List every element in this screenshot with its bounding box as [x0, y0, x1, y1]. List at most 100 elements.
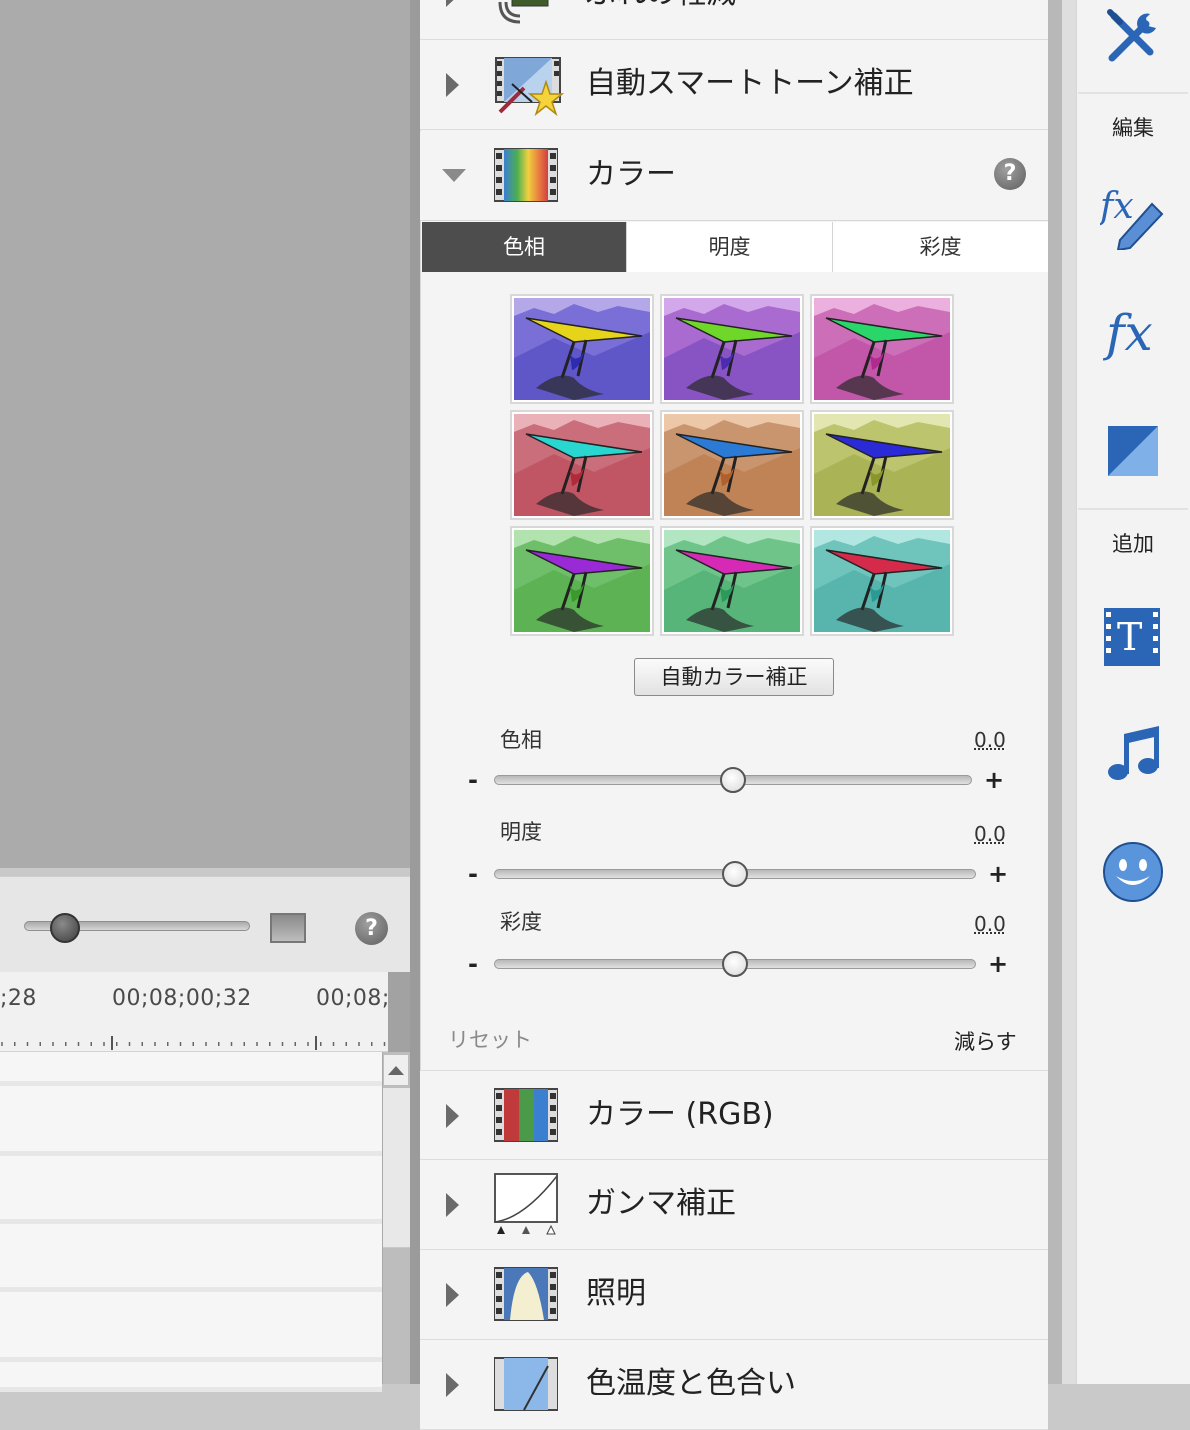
transport-bar: ? — [0, 876, 410, 972]
svg-text:T: T — [1117, 615, 1142, 659]
slider-minus[interactable]: - — [468, 766, 478, 794]
tools-icon[interactable] — [1100, 4, 1166, 70]
temperature-icon — [493, 1352, 559, 1416]
collapse-arrow-icon[interactable] — [442, 169, 466, 182]
effect-row-color-rgb[interactable]: カラー (RGB) — [420, 1070, 1048, 1160]
monitor-icon[interactable] — [270, 913, 306, 943]
hue-preset-grid — [510, 294, 956, 638]
zoom-slider-thumb[interactable] — [50, 913, 80, 943]
video-preview — [0, 0, 410, 868]
smart-tone-icon — [494, 52, 565, 117]
help-icon[interactable]: ? — [355, 912, 388, 945]
effect-label: ぶれの軽減 — [586, 0, 736, 40]
stabilize-icon — [494, 0, 558, 26]
track-row[interactable] — [0, 1156, 382, 1224]
timecode-1: ;28 — [0, 986, 37, 1011]
timecode-2: 00;08;00;32 — [112, 986, 252, 1011]
expand-arrow-icon[interactable] — [446, 1193, 459, 1217]
reduce-link[interactable]: 減らす — [954, 1026, 1017, 1056]
hue-preset-thumbnail[interactable] — [510, 526, 654, 636]
slider-value[interactable]: 0.0 — [974, 728, 1006, 752]
expand-arrow-icon[interactable] — [446, 1283, 459, 1307]
panel-scrollbar[interactable] — [1048, 0, 1062, 1384]
auto-color-button[interactable]: 自動カラー補正 — [634, 658, 834, 696]
slider-minus[interactable]: - — [468, 860, 478, 888]
tab-saturation[interactable]: 彩度 — [833, 222, 1048, 272]
timeline-scrollbar[interactable] — [382, 1052, 410, 1384]
slider-value[interactable]: 0.0 — [974, 912, 1006, 936]
effect-row-temperature[interactable]: 色温度と色合い — [420, 1340, 1048, 1430]
hue-preset-thumbnail[interactable] — [660, 526, 804, 636]
svg-text:fx: fx — [1100, 186, 1134, 227]
hang-glider-image — [814, 530, 950, 632]
hue-preset-thumbnail[interactable] — [660, 410, 804, 520]
smiley-icon[interactable] — [1100, 838, 1166, 904]
tab-hue[interactable]: 色相 — [422, 222, 627, 272]
slider-hue: 色相 0.0 - + — [420, 722, 1048, 802]
effect-row-gamma[interactable]: ガンマ補正 — [420, 1160, 1048, 1250]
slider-minus[interactable]: - — [468, 950, 478, 978]
title-icon[interactable]: T — [1100, 604, 1166, 670]
slider-thumb[interactable] — [720, 767, 746, 793]
track-row[interactable] — [0, 1292, 382, 1362]
lighting-icon — [493, 1262, 559, 1326]
panel-divider[interactable] — [410, 0, 420, 1384]
hang-glider-image — [514, 298, 650, 400]
expand-arrow-icon[interactable] — [446, 73, 459, 97]
scrollbar-thumb[interactable] — [383, 1088, 410, 1248]
hang-glider-image — [814, 298, 950, 400]
slider-thumb[interactable] — [722, 951, 748, 977]
hang-glider-image — [514, 414, 650, 516]
slider-label: 彩度 — [500, 910, 542, 934]
slider-label: 明度 — [500, 820, 542, 844]
expand-arrow-icon[interactable] — [446, 1104, 459, 1128]
color-tabs: 色相 明度 彩度 — [422, 222, 1048, 272]
hue-preset-thumbnail[interactable] — [660, 294, 804, 404]
effect-label: 自動スマートトーン補正 — [586, 66, 914, 101]
effect-edit-icon[interactable]: fx — [1097, 180, 1166, 252]
panel-gutter — [1062, 0, 1076, 1384]
effect-row-smart-tone[interactable]: 自動スマートトーン補正 — [420, 40, 1048, 130]
effects-icon[interactable]: fx — [1100, 300, 1166, 366]
track-row[interactable] — [0, 1052, 382, 1086]
slider-plus[interactable]: + — [988, 950, 1008, 978]
track-row[interactable] — [0, 1362, 382, 1392]
music-icon[interactable] — [1100, 720, 1166, 786]
track-row[interactable] — [0, 1086, 382, 1156]
hue-preset-thumbnail[interactable] — [810, 410, 954, 520]
slider-thumb[interactable] — [722, 861, 748, 887]
expand-arrow-icon[interactable] — [446, 1373, 459, 1397]
expand-arrow-icon[interactable] — [446, 0, 459, 7]
scroll-up-button[interactable] — [383, 1054, 409, 1086]
slider-plus[interactable]: + — [988, 860, 1008, 888]
hue-preset-thumbnail[interactable] — [510, 410, 654, 520]
transitions-icon[interactable] — [1100, 420, 1166, 486]
help-icon[interactable]: ? — [994, 158, 1026, 190]
svg-text:fx: fx — [1102, 304, 1153, 362]
effect-row-stabilize[interactable]: ぶれの軽減 — [420, 0, 1048, 40]
hang-glider-image — [514, 530, 650, 632]
track-row[interactable] — [0, 1224, 382, 1292]
time-ruler[interactable] — [0, 972, 388, 1052]
effect-row-color[interactable]: カラー ? — [420, 131, 1048, 221]
reset-link[interactable]: リセット — [448, 1024, 532, 1054]
gamma-icon — [494, 1172, 558, 1236]
ruler-scroll-strip — [388, 972, 410, 1052]
effect-label: 色温度と色合い — [586, 1366, 796, 1401]
toolbar-divider — [1078, 508, 1188, 510]
hang-glider-image — [664, 414, 800, 516]
edit-label: 編集 — [1112, 116, 1154, 140]
tab-lightness[interactable]: 明度 — [627, 222, 833, 272]
slider-plus[interactable]: + — [984, 766, 1004, 794]
slider-saturation: 彩度 0.0 - + — [420, 904, 1048, 984]
timecode-3: 00;08; — [316, 986, 390, 1011]
effect-label: カラー (RGB) — [586, 1097, 774, 1132]
slider-label: 色相 — [500, 728, 542, 752]
effect-label: 照明 — [586, 1276, 646, 1311]
slider-value[interactable]: 0.0 — [974, 822, 1006, 846]
color-rgb-icon — [493, 1083, 559, 1147]
hue-preset-thumbnail[interactable] — [510, 294, 654, 404]
hue-preset-thumbnail[interactable] — [810, 294, 954, 404]
hue-preset-thumbnail[interactable] — [810, 526, 954, 636]
effect-row-lighting[interactable]: 照明 — [420, 1250, 1048, 1340]
